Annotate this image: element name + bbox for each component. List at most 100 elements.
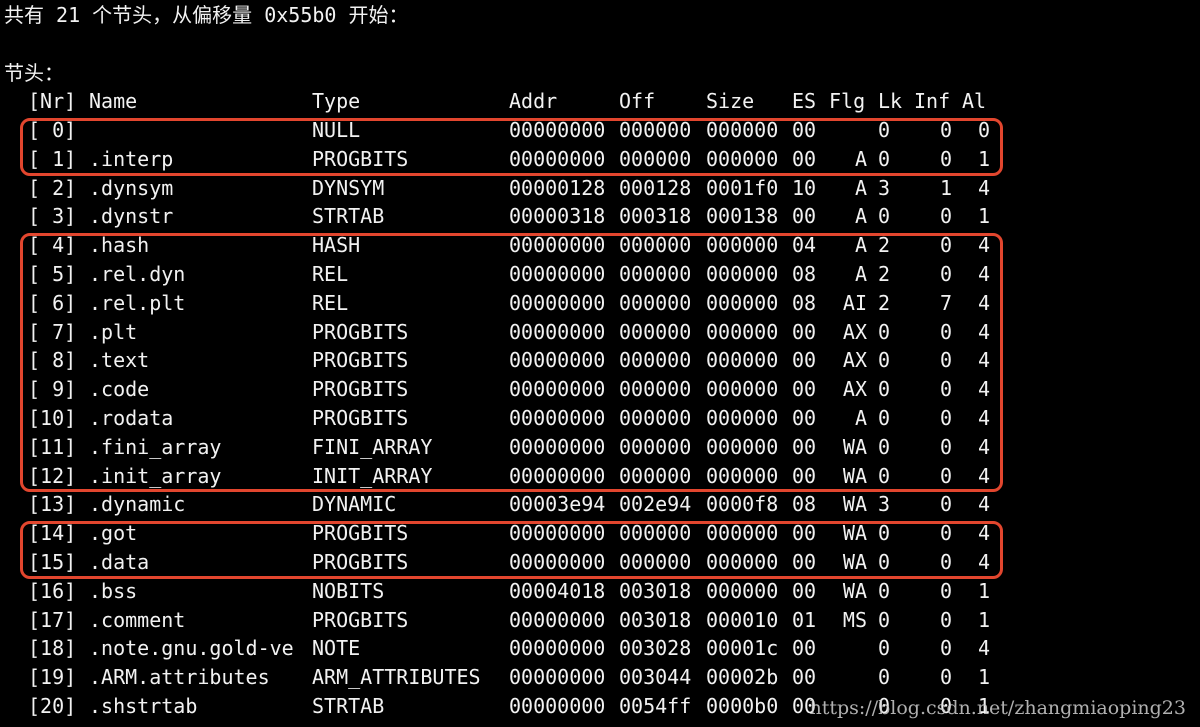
cell-name: .got (89, 521, 138, 546)
cell-size: 000000 (706, 118, 779, 142)
cell-flg: AX (842, 319, 867, 344)
header-es: ES (792, 89, 817, 113)
cell-lk: 0 (878, 607, 891, 632)
cell-off: 000000 (619, 406, 692, 430)
cell-nr: [14] (28, 521, 77, 546)
cell-lk: 0 (878, 463, 891, 488)
cell-es: 01 (792, 607, 817, 632)
cell-name: .dynamic (89, 492, 186, 517)
header-nr: [Nr] (28, 89, 77, 113)
header-al: Al (962, 89, 987, 113)
cell-off: 000000 (619, 377, 692, 402)
cell-al: 4 (977, 406, 990, 430)
table-row: [18] .note.gnu.gold-ve NOTE 00000000 003028 0… (0, 634, 1200, 663)
cell-inf: 0 (939, 406, 952, 430)
table-row: [ 6] .rel.plt REL 00000000 000000 000000 08 AI 2… (0, 289, 1200, 318)
cell-flg: AI (842, 290, 867, 315)
cell-es: 00 (792, 463, 817, 488)
cell-off: 0054ff (619, 694, 692, 718)
cell-off: 000128 (619, 175, 692, 200)
cell-nr: [15] (28, 550, 77, 574)
section-headers-label: 节头： (4, 61, 64, 85)
cell-al: 4 (977, 463, 990, 488)
cell-addr: 00000000 (509, 521, 606, 546)
cell-al: 4 (977, 348, 990, 373)
cell-type: PROGBITS (312, 521, 409, 546)
cell-name: .shstrtab (89, 694, 198, 718)
cell-es: 04 (792, 233, 817, 258)
table-row: [ 4] .hash HASH 00000000 000000 000000 04 A 2 0 4 (0, 231, 1200, 260)
table-row: [ 7] .plt PROGBITS 00000000 000000 000000 00 AX… (0, 318, 1200, 347)
cell-type: PROGBITS (312, 146, 409, 171)
cell-inf: 0 (939, 578, 952, 603)
cell-addr: 00000000 (509, 665, 606, 690)
header-flg: Flg (829, 89, 866, 113)
cell-addr: 00000000 (509, 406, 606, 430)
cell-flg: A (854, 262, 867, 286)
cell-size: 000000 (706, 262, 779, 286)
cell-nr: [17] (28, 607, 77, 632)
cell-inf: 0 (939, 377, 952, 402)
cell-lk: 0 (878, 434, 891, 459)
cell-lk: 0 (878, 550, 891, 574)
cell-es: 00 (792, 118, 817, 142)
cell-nr: [ 5] (28, 262, 77, 286)
cell-inf: 0 (939, 262, 952, 286)
cell-type: ARM_ATTRIBUTES (312, 665, 481, 690)
cell-es: 10 (792, 175, 817, 200)
cell-size: 000000 (706, 377, 779, 402)
cell-size: 000000 (706, 233, 779, 258)
cell-name: .ARM.attributes (89, 665, 270, 690)
cell-al: 4 (977, 319, 990, 344)
cell-size: 000000 (706, 348, 779, 373)
cell-inf: 0 (939, 118, 952, 142)
cell-lk: 0 (878, 665, 891, 690)
cell-addr: 00004018 (509, 578, 606, 603)
cell-type: DYNSYM (312, 175, 385, 200)
cell-al: 4 (977, 492, 990, 517)
cell-addr: 00000000 (509, 463, 606, 488)
cell-flg: MS (842, 607, 867, 632)
cell-size: 000000 (706, 319, 779, 344)
cell-inf: 0 (939, 521, 952, 546)
cell-name: .comment (89, 607, 186, 632)
table-row: [13] .dynamic DYNAMIC 00003e94 002e94 0000f8 0… (0, 490, 1200, 519)
cell-flg: AX (842, 377, 867, 402)
cell-off: 003044 (619, 665, 692, 690)
cell-name: .rel.dyn (89, 262, 186, 286)
cell-off: 000000 (619, 262, 692, 286)
cell-lk: 0 (878, 319, 891, 344)
cell-type: FINI_ARRAY (312, 434, 433, 459)
cell-addr: 00000000 (509, 348, 606, 373)
cell-lk: 2 (878, 233, 891, 258)
cell-off: 003018 (619, 607, 692, 632)
table-row: [ 8] .text PROGBITS 00000000 000000 000000 00 A… (0, 346, 1200, 375)
cell-inf: 0 (939, 319, 952, 344)
header-type: Type (312, 89, 361, 113)
cell-name: .hash (89, 233, 150, 258)
cell-lk: 0 (878, 406, 891, 430)
header-inf: Inf (914, 89, 951, 113)
cell-nr: [ 1] (28, 146, 77, 171)
header-off: Off (619, 89, 656, 113)
cell-size: 000000 (706, 463, 779, 488)
cell-flg: WA (842, 434, 867, 459)
cell-inf: 0 (939, 665, 952, 690)
cell-flg: WA (842, 521, 867, 546)
cell-inf: 1 (939, 175, 952, 200)
cell-size: 000000 (706, 521, 779, 546)
cell-addr: 00000000 (509, 694, 606, 718)
header-name: Name (89, 89, 138, 113)
cell-addr: 00000000 (509, 377, 606, 402)
cell-al: 4 (977, 636, 990, 661)
cell-type: NOBITS (312, 578, 385, 603)
cell-type: NULL (312, 118, 361, 142)
summary-line: 共有 21 个节头，从偏移量 0x55b0 开始： (4, 3, 409, 27)
watermark: https://blog.csdn.net/zhangmiaoping23 (809, 697, 1186, 719)
cell-off: 002e94 (619, 492, 692, 517)
cell-type: DYNAMIC (312, 492, 397, 517)
cell-inf: 0 (939, 492, 952, 517)
cell-nr: [12] (28, 463, 77, 488)
cell-off: 003028 (619, 636, 692, 661)
cell-type: HASH (312, 233, 361, 258)
